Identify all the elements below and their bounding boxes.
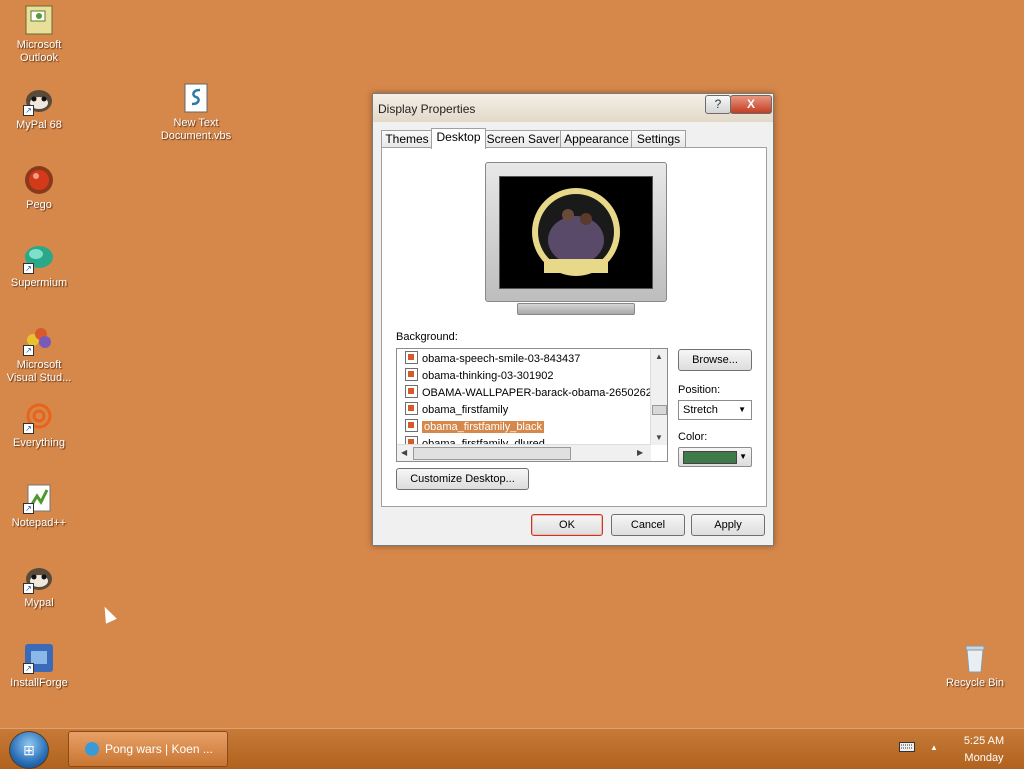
desktop-icon-label: Supermium [10,277,68,289]
image-file-icon [405,419,418,432]
image-file-icon [405,385,418,398]
desktop-icon-recycle-bin[interactable]: Recycle Bin [937,642,1013,690]
vertical-scrollbar[interactable]: ▲ ▼ [650,349,667,445]
background-label: Background: [396,331,458,343]
taskbar-item-pong-wars[interactable]: Pong wars | Koen ... [68,731,228,767]
mypal-icon: ↗ [23,84,55,116]
desktop-icon-vbs[interactable]: New Text Document.vbs [158,82,234,143]
image-file-icon [405,402,418,415]
list-item-selected[interactable]: obama_firstfamily_black [405,419,544,435]
chevron-down-icon: ▼ [739,452,747,461]
scroll-thumb[interactable] [413,447,571,460]
tab-appearance[interactable]: Appearance [560,130,633,148]
desktop-icon-label: Pego [26,199,52,211]
chevron-down-icon: ▼ [738,405,746,414]
tab-themes[interactable]: Themes [381,130,433,148]
browser-icon [85,742,99,756]
clock[interactable]: 5:25 AM Monday [954,733,1014,767]
mouse-cursor [99,604,117,624]
desktop-icon-mypal68[interactable]: ↗ MyPal 68 [1,84,77,132]
desktop-tab-panel: Background: obama-speech-smile-03-843437… [381,147,767,507]
browse-button[interactable]: Browse... [678,349,752,371]
list-item[interactable]: OBAMA-WALLPAPER-barack-obama-2650262-8 [405,385,662,401]
pego-icon [23,164,55,196]
wallpaper-preview [499,176,653,289]
scroll-up-icon[interactable]: ▲ [655,352,663,361]
monitor-stand [517,303,635,315]
recycle-bin-icon [959,642,991,674]
desktop-icon-mypal[interactable]: ↗ Mypal [1,562,77,610]
outlook-icon [23,4,55,36]
desktop-icon-outlook[interactable]: Microsoft Outlook [1,4,77,65]
tab-desktop[interactable]: Desktop [431,128,486,149]
desktop-icon-pego[interactable]: Pego [1,164,77,212]
color-label: Color: [678,431,708,443]
background-list[interactable]: obama-speech-smile-03-843437 obama-think… [396,348,668,462]
dialog-title: Display Properties [378,102,476,116]
windows-logo-icon: ⊞ [23,742,35,758]
scroll-down-icon[interactable]: ▼ [655,433,663,442]
apply-button[interactable]: Apply [691,514,765,536]
image-file-icon [405,368,418,381]
color-swatch [683,451,737,464]
notepadpp-icon: ↗ [23,482,55,514]
supermium-icon: ↗ [23,242,55,274]
desktop-icon-label: Microsoft Visual Stud... [6,359,72,384]
show-hidden-icons-button[interactable]: ▲ [930,743,938,752]
scroll-thumb[interactable] [652,405,667,415]
scroll-left-icon[interactable]: ◀ [401,448,407,457]
desktop-icon-installforge[interactable]: ↗ InstallForge [1,642,77,690]
ok-button[interactable]: OK [531,514,603,536]
clock-day: Monday [964,752,1004,764]
display-properties-dialog: Display Properties ? X Themes Desktop Sc… [372,93,774,546]
mypal-icon: ↗ [23,562,55,594]
desktop-icon-everything[interactable]: ↗ Everything [1,402,77,450]
horizontal-scrollbar[interactable]: ◀ ▶ [397,444,651,461]
list-item[interactable]: obama_firstfamily [405,402,508,418]
desktop-icon-label: InstallForge [10,677,68,689]
position-label: Position: [678,384,721,396]
position-select[interactable]: Stretch ▼ [678,400,752,420]
vbs-script-icon [180,82,212,114]
desktop-icon-label: MyPal 68 [16,119,62,131]
installforge-icon: ↗ [23,642,55,674]
start-button[interactable]: ⊞ [9,731,49,769]
everything-icon: ↗ [23,402,55,434]
desktop-icon-label: Mypal [24,597,54,609]
desktop-icon-visual-studio[interactable]: ↗ Microsoft Visual Stud... [1,324,77,385]
position-value: Stretch [683,404,718,416]
tab-settings[interactable]: Settings [631,130,686,148]
desktop-icon-label: New Text Document.vbs [160,117,232,142]
list-item[interactable]: obama-thinking-03-301902 [405,368,553,384]
taskbar: ⊞ Pong wars | Koen ... ▲ 5:25 AM Monday [0,728,1024,769]
cancel-button[interactable]: Cancel [611,514,685,536]
visual-studio-icon: ↗ [23,324,55,356]
color-picker-button[interactable]: ▼ [678,447,752,467]
keyboard-icon[interactable] [899,742,915,755]
list-item[interactable]: obama-speech-smile-03-843437 [405,351,580,367]
clock-time: 5:25 AM [963,735,1005,747]
monitor-preview [485,162,667,302]
taskbar-item-label: Pong wars | Koen ... [105,742,213,756]
scroll-right-icon[interactable]: ▶ [637,448,643,457]
desktop-icon-label: Everything [13,437,65,449]
image-file-icon [405,351,418,364]
dialog-titlebar[interactable]: Display Properties ? X [373,94,773,122]
tab-screen-saver[interactable]: Screen Saver [484,130,562,148]
desktop-icon-supermium[interactable]: ↗ Supermium [1,242,77,290]
desktop-icon-notepadpp[interactable]: ↗ Notepad++ [1,482,77,530]
close-button[interactable]: X [730,95,772,114]
customize-desktop-button[interactable]: Customize Desktop... [396,468,529,490]
desktop-icon-label: Microsoft Outlook [16,39,62,64]
desktop-icon-label: Recycle Bin [945,677,1005,689]
desktop-icon-label: Notepad++ [11,517,67,529]
help-button[interactable]: ? [705,95,731,114]
